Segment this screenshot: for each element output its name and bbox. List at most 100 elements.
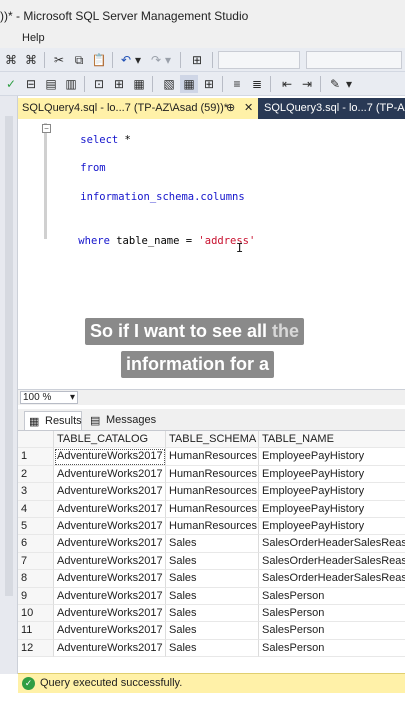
table-row[interactable]: 12 AdventureWorks2017 Sales SalesPerson: [18, 639, 405, 658]
table-cell[interactable]: EmployeePayHistory: [259, 448, 405, 466]
results-to-text-icon[interactable]: ▧: [160, 75, 178, 93]
table-row[interactable]: 2 AdventureWorks2017 HumanResources Employe…: [18, 465, 405, 484]
table-cell[interactable]: Sales: [166, 622, 259, 640]
column-header[interactable]: TABLE_CATALOG: [54, 431, 166, 449]
query-options-icon[interactable]: ▤: [42, 75, 60, 93]
paste-icon[interactable]: 📋: [90, 51, 108, 69]
xml-query-icon[interactable]: ⌘: [2, 51, 20, 69]
table-cell[interactable]: AdventureWorks2017: [54, 465, 166, 484]
table-cell[interactable]: HumanResources: [166, 465, 259, 484]
table-cell[interactable]: AdventureWorks2017: [54, 483, 166, 501]
row-number[interactable]: 9: [18, 587, 54, 605]
table-cell[interactable]: AdventureWorks2017: [54, 448, 166, 466]
table-cell[interactable]: SalesPerson: [259, 588, 405, 605]
collapse-toggle-icon[interactable]: −: [42, 124, 51, 133]
table-cell[interactable]: AdventureWorks2017: [54, 518, 166, 536]
table-cell[interactable]: Sales: [166, 639, 259, 658]
table-cell[interactable]: SalesOrderHeaderSalesReason: [259, 535, 405, 553]
database-combo[interactable]: [306, 51, 402, 69]
row-number[interactable]: 2: [18, 465, 54, 484]
table-row[interactable]: 6 AdventureWorks2017 Sales SalesOrderHeader…: [18, 535, 405, 553]
row-number[interactable]: 4: [18, 500, 54, 518]
table-cell[interactable]: AdventureWorks2017: [54, 535, 166, 553]
results-to-grid-icon[interactable]: ▦: [180, 75, 198, 93]
estimated-plan-icon[interactable]: ⊟: [22, 75, 40, 93]
zoom-select[interactable]: 100 % ▾: [20, 391, 78, 404]
row-number[interactable]: 11: [18, 622, 54, 640]
table-row[interactable]: 3 AdventureWorks2017 HumanResources Employe…: [18, 483, 405, 501]
comment-icon[interactable]: ≡: [228, 75, 246, 93]
results-grid[interactable]: TABLE_CATALOG TABLE_SCHEMA TABLE_NAME 1A…: [18, 430, 405, 673]
table-cell[interactable]: HumanResources: [166, 448, 259, 466]
table-row[interactable]: 11 AdventureWorks2017 Sales SalesPerson: [18, 622, 405, 640]
results-to-file-icon[interactable]: ⊞: [200, 75, 218, 93]
table-cell[interactable]: AdventureWorks2017: [54, 587, 166, 605]
table-cell[interactable]: AdventureWorks2017: [54, 639, 166, 658]
table-cell[interactable]: EmployeePayHistory: [259, 518, 405, 536]
table-cell[interactable]: EmployeePayHistory: [259, 483, 405, 501]
table-cell[interactable]: AdventureWorks2017: [54, 552, 166, 571]
table-row[interactable]: 5 AdventureWorks2017 HumanResources Employe…: [18, 518, 405, 536]
decrease-indent-icon[interactable]: ⇤: [278, 75, 296, 93]
properties-icon[interactable]: ⊞: [188, 51, 206, 69]
copy-icon[interactable]: ⧉: [70, 51, 88, 69]
client-stats-icon[interactable]: ▦: [130, 75, 148, 93]
table-row[interactable]: 8 AdventureWorks2017 Sales SalesOrderHeader…: [18, 570, 405, 588]
cut-icon[interactable]: ✂: [50, 51, 68, 69]
row-number[interactable]: 12: [18, 639, 54, 658]
table-cell[interactable]: AdventureWorks2017: [54, 570, 166, 588]
table-cell[interactable]: SalesPerson: [259, 622, 405, 640]
redo-dropdown-icon[interactable]: ▾: [163, 51, 173, 69]
table-cell[interactable]: HumanResources: [166, 483, 259, 501]
table-cell[interactable]: EmployeePayHistory: [259, 466, 405, 484]
row-number[interactable]: 3: [18, 483, 54, 501]
column-header[interactable]: TABLE_NAME: [259, 431, 405, 449]
solution-config-combo[interactable]: [218, 51, 300, 69]
pin-icon[interactable]: ⊕: [226, 98, 235, 119]
undo-dropdown-icon[interactable]: ▾: [133, 51, 143, 69]
table-cell[interactable]: AdventureWorks2017: [54, 622, 166, 640]
table-cell[interactable]: HumanResources: [166, 518, 259, 536]
left-scrollbar[interactable]: [5, 116, 13, 596]
specify-values-icon[interactable]: ✎: [326, 75, 344, 93]
increase-indent-icon[interactable]: ⇥: [298, 75, 316, 93]
toolbar-overflow-icon[interactable]: ▾: [344, 75, 354, 93]
row-number[interactable]: 10: [18, 605, 54, 623]
live-stats-icon[interactable]: ⊞: [110, 75, 128, 93]
tab-results[interactable]: ▦ Results: [24, 411, 82, 430]
uncomment-icon[interactable]: ≣: [248, 75, 266, 93]
row-number[interactable]: 1: [18, 448, 54, 466]
menu-help[interactable]: Help: [22, 32, 45, 44]
close-icon[interactable]: ✕: [244, 98, 253, 119]
query-editor[interactable]: − select * from information_schema.colum…: [18, 119, 405, 389]
row-number[interactable]: 6: [18, 535, 54, 553]
tab-messages[interactable]: ▤ Messages: [86, 411, 158, 430]
table-cell[interactable]: Sales: [166, 552, 259, 571]
row-number[interactable]: 7: [18, 552, 54, 571]
table-row[interactable]: 1 AdventureWorks2017 HumanResources Employe…: [18, 448, 405, 466]
table-row[interactable]: 9 AdventureWorks2017 Sales SalesPerson: [18, 587, 405, 605]
table-cell[interactable]: Sales: [166, 605, 259, 623]
column-header[interactable]: TABLE_SCHEMA: [166, 431, 259, 449]
row-number-header[interactable]: [18, 431, 54, 449]
parse-check-icon[interactable]: ✓: [2, 75, 20, 93]
intellisense-icon[interactable]: ▥: [62, 75, 80, 93]
table-cell[interactable]: SalesPerson: [259, 640, 405, 658]
tab-sqlquery4[interactable]: SQLQuery4.sql - lo...7 (TP-AZ\Asad (59))…: [18, 98, 258, 119]
table-row[interactable]: 10 AdventureWorks2017 Sales SalesPerson: [18, 605, 405, 623]
row-number[interactable]: 5: [18, 518, 54, 536]
dax-query-icon[interactable]: ⌘: [22, 51, 40, 69]
actual-plan-icon[interactable]: ⊡: [90, 75, 108, 93]
row-number[interactable]: 8: [18, 570, 54, 588]
table-cell[interactable]: EmployeePayHistory: [259, 501, 405, 518]
table-cell[interactable]: AdventureWorks2017: [54, 605, 166, 623]
table-cell[interactable]: SalesOrderHeaderSalesReason: [259, 570, 405, 588]
tab-sqlquery3[interactable]: SQLQuery3.sql - lo...7 (TP-AZ: [262, 98, 405, 119]
table-cell[interactable]: HumanResources: [166, 500, 259, 518]
table-cell[interactable]: Sales: [166, 535, 259, 553]
table-cell[interactable]: SalesPerson: [259, 605, 405, 623]
table-cell[interactable]: Sales: [166, 587, 259, 605]
table-cell[interactable]: Sales: [166, 570, 259, 588]
table-cell[interactable]: SalesOrderHeaderSalesReason: [259, 553, 405, 571]
table-row[interactable]: 7 AdventureWorks2017 Sales SalesOrderHeader…: [18, 552, 405, 571]
